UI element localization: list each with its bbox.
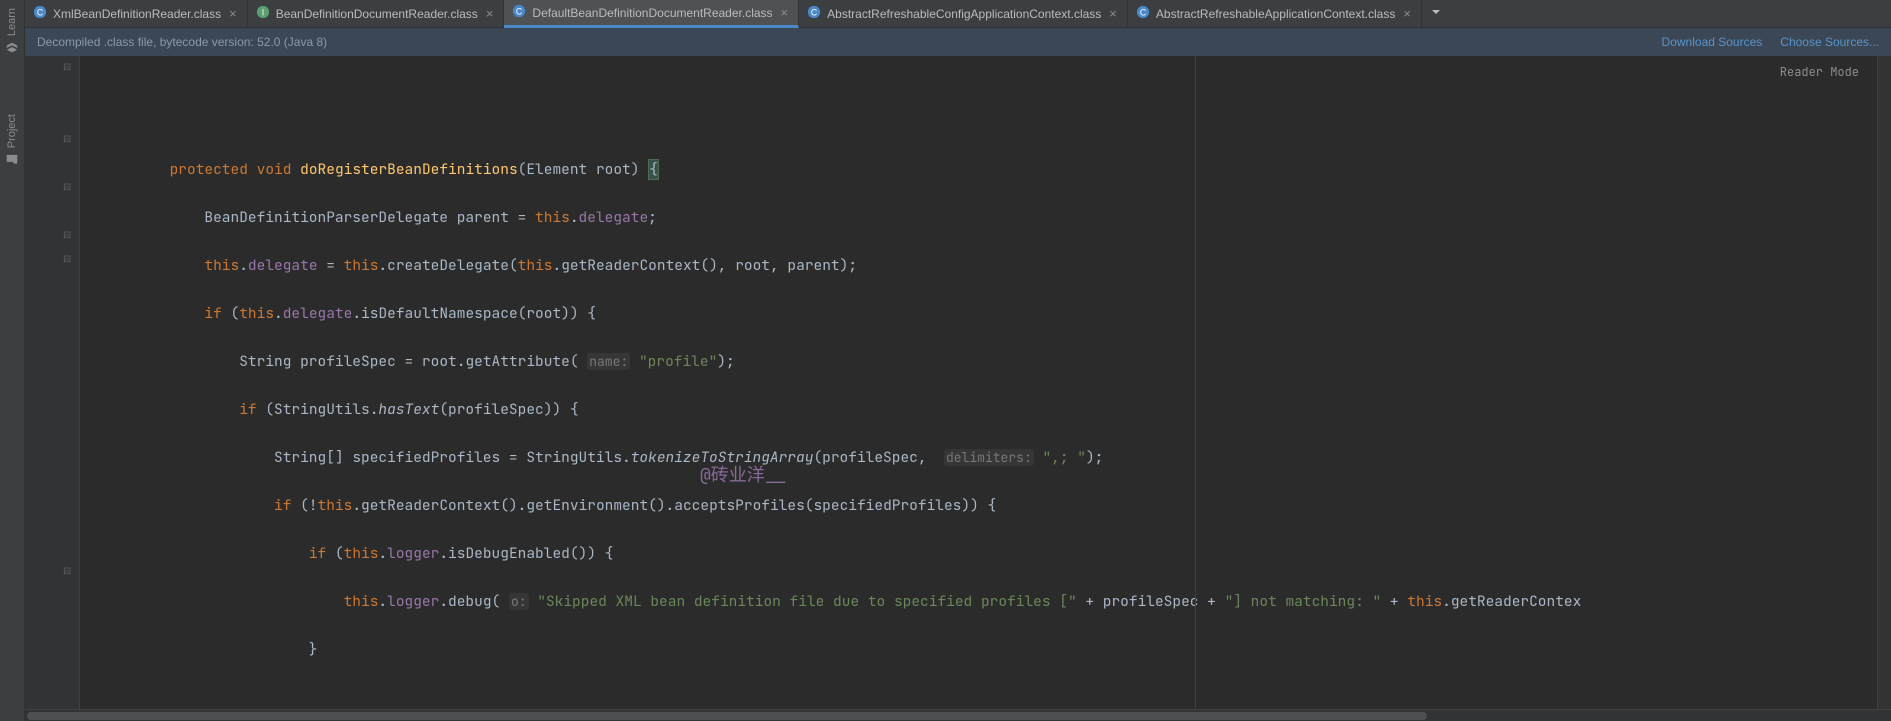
- class-icon: C: [807, 5, 821, 22]
- close-icon[interactable]: ×: [1107, 6, 1119, 21]
- right-margin-line: [1195, 56, 1196, 709]
- close-icon[interactable]: ×: [227, 6, 239, 21]
- scrollbar-thumb[interactable]: [27, 712, 1427, 720]
- svg-text:C: C: [37, 8, 43, 18]
- class-icon: C: [512, 4, 526, 21]
- svg-text:I: I: [261, 8, 263, 18]
- rail-learn-label: Learn: [6, 8, 18, 36]
- error-stripe[interactable]: [1877, 56, 1891, 709]
- fold-toggle[interactable]: ⊟: [63, 182, 71, 193]
- rail-project-label: Project: [6, 114, 18, 148]
- class-icon: C: [33, 5, 47, 22]
- tab-label: AbstractRefreshableApplicationContext.cl…: [1156, 7, 1395, 21]
- svg-text:C: C: [1140, 8, 1146, 18]
- fold-toggle[interactable]: ⊟: [63, 254, 71, 265]
- close-icon[interactable]: ×: [779, 5, 791, 20]
- main-area: C XmlBeanDefinitionReader.class × I Bean…: [25, 0, 1891, 721]
- folder-icon: [5, 152, 19, 166]
- left-tool-rail: Learn Project: [0, 0, 25, 721]
- decompiled-info-bar: Decompiled .class file, bytecode version…: [25, 28, 1891, 56]
- close-icon[interactable]: ×: [1401, 6, 1413, 21]
- tab-abstractrefreshable[interactable]: C AbstractRefreshableApplicationContext.…: [1128, 0, 1422, 27]
- chevron-down-icon: [1430, 6, 1442, 21]
- learn-icon: [5, 40, 19, 54]
- editor[interactable]: ⊟ ⊟ ⊟ ⊟ ⊟ ⊟ Reader Mode @砖业洋__ protected…: [25, 56, 1891, 709]
- tab-label: BeanDefinitionDocumentReader.class: [276, 7, 478, 21]
- gutter[interactable]: ⊟ ⊟ ⊟ ⊟ ⊟ ⊟: [25, 56, 80, 709]
- rail-project[interactable]: Project: [5, 114, 19, 166]
- svg-text:C: C: [811, 8, 817, 18]
- horizontal-scrollbar[interactable]: [25, 709, 1891, 721]
- tab-label: DefaultBeanDefinitionDocumentReader.clas…: [532, 6, 772, 20]
- info-links: Download Sources Choose Sources...: [1662, 35, 1879, 49]
- tab-beandefinitiondocumentreader[interactable]: I BeanDefinitionDocumentReader.class ×: [248, 0, 505, 27]
- reader-mode-toggle[interactable]: Reader Mode: [1780, 60, 1859, 84]
- fold-toggle[interactable]: ⊟: [63, 230, 71, 241]
- tab-label: AbstractRefreshableConfigApplicationCont…: [827, 7, 1101, 21]
- fold-toggle[interactable]: ⊟: [63, 134, 71, 145]
- info-text: Decompiled .class file, bytecode version…: [37, 35, 327, 49]
- interface-icon: I: [256, 5, 270, 22]
- tab-defaultbeandefinitiondocumentreader[interactable]: C DefaultBeanDefinitionDocumentReader.cl…: [504, 0, 799, 28]
- editor-tabs: C XmlBeanDefinitionReader.class × I Bean…: [25, 0, 1891, 28]
- rail-learn[interactable]: Learn: [5, 8, 19, 54]
- class-icon: C: [1136, 5, 1150, 22]
- download-sources-link[interactable]: Download Sources: [1662, 35, 1763, 49]
- close-icon[interactable]: ×: [484, 6, 496, 21]
- choose-sources-link[interactable]: Choose Sources...: [1780, 35, 1879, 49]
- tabs-overflow[interactable]: [1422, 0, 1450, 27]
- fold-toggle[interactable]: ⊟: [63, 566, 71, 577]
- tab-xmlbeandefinitionreader[interactable]: C XmlBeanDefinitionReader.class ×: [25, 0, 248, 27]
- tab-abstractrefreshableconfig[interactable]: C AbstractRefreshableConfigApplicationCo…: [799, 0, 1128, 27]
- tab-label: XmlBeanDefinitionReader.class: [53, 7, 221, 21]
- svg-text:C: C: [516, 7, 522, 17]
- code-area[interactable]: Reader Mode @砖业洋__ protected void doRegi…: [80, 56, 1877, 709]
- fold-toggle[interactable]: ⊟: [63, 62, 71, 73]
